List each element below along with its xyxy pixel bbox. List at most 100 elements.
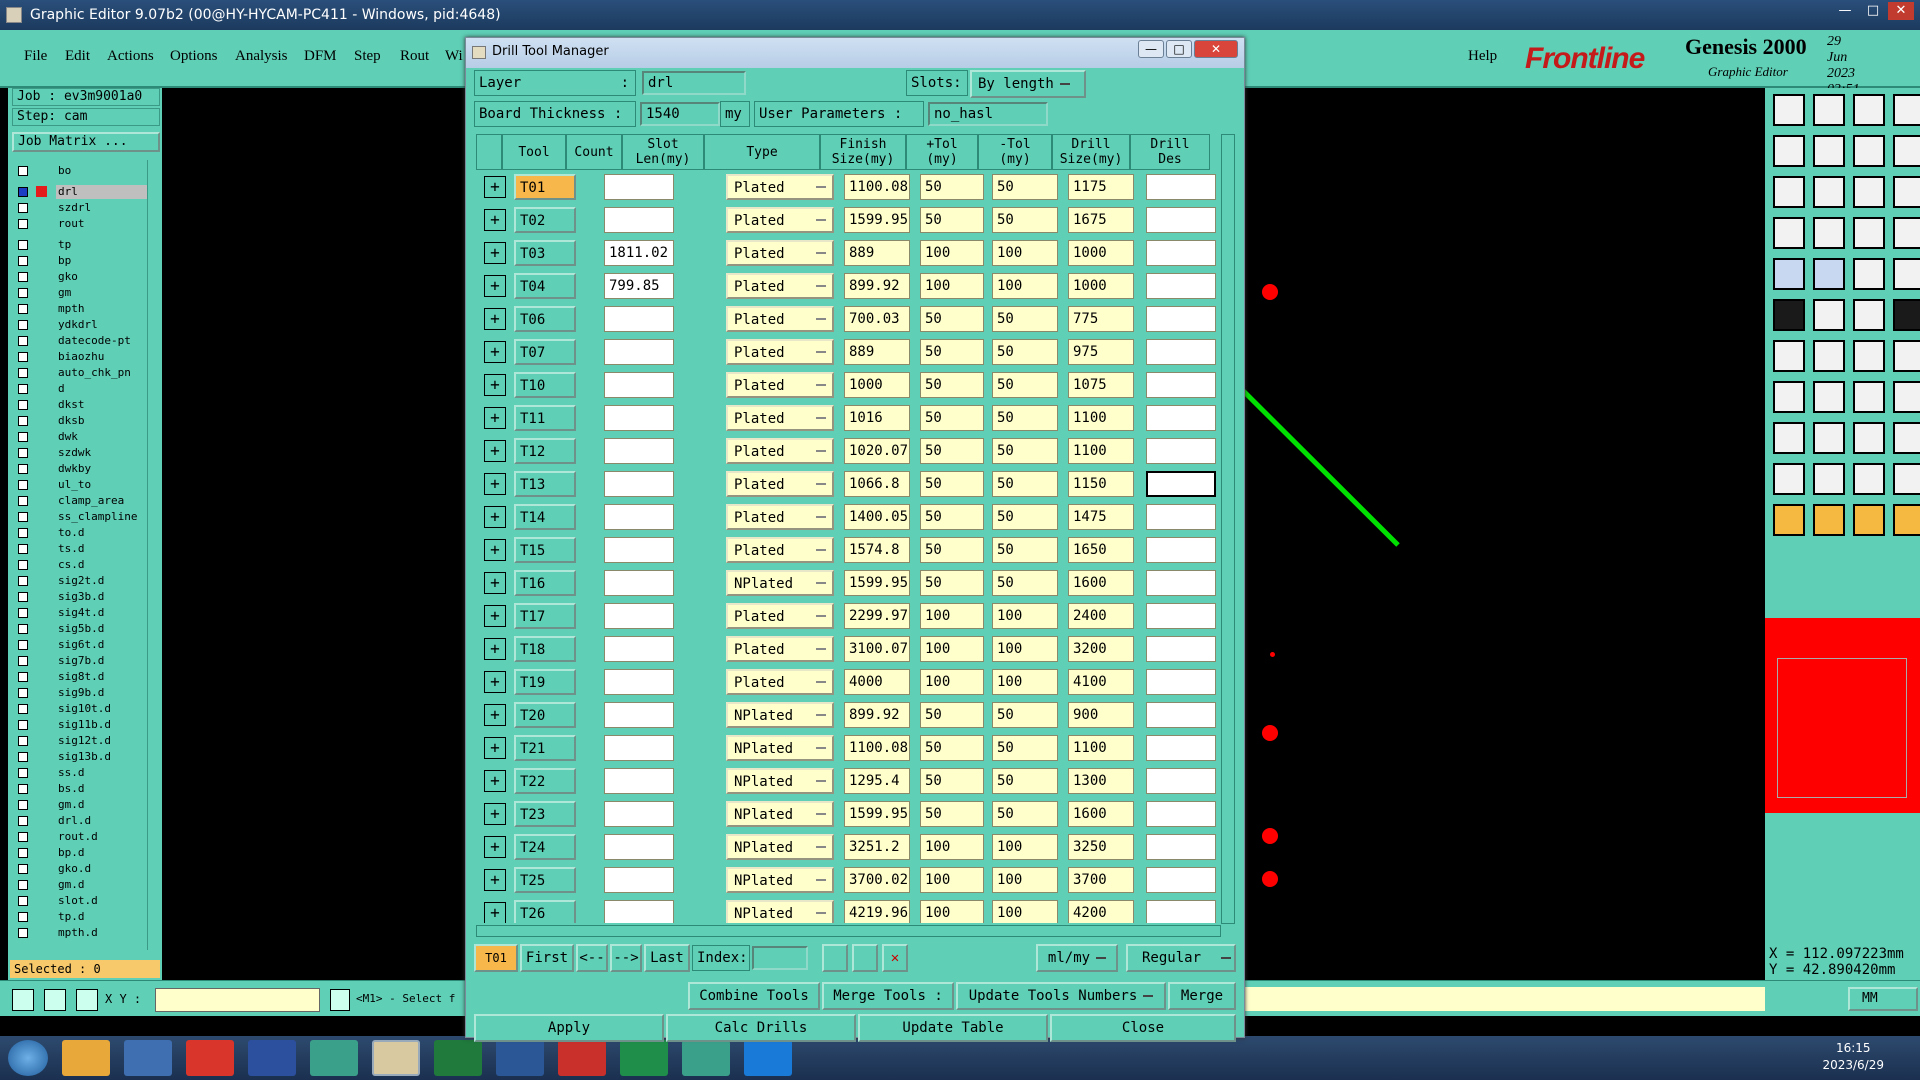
dialog-minimize-button[interactable]: — [1138, 40, 1164, 58]
excel-icon[interactable] [434, 1040, 482, 1076]
finish-size-input[interactable]: 3700.02 [844, 867, 910, 893]
toolbox-tool-icon[interactable] [1773, 340, 1805, 372]
minus-tol-input[interactable]: 50 [992, 306, 1058, 332]
layer-item[interactable]: drl.d [16, 814, 147, 828]
layer-item[interactable]: tp.d [16, 910, 147, 924]
toolbox-tool-icon[interactable] [1893, 381, 1920, 413]
expand-row-icon[interactable]: + [484, 902, 506, 923]
layer-checkbox[interactable] [18, 896, 28, 906]
measure-icon[interactable] [44, 989, 66, 1011]
toolbox-tool-icon[interactable] [1893, 135, 1920, 167]
layer-item[interactable]: sig9b.d [16, 686, 147, 700]
type-dropdown[interactable]: Plated [726, 504, 834, 530]
layer-item[interactable]: ul_to [16, 478, 147, 492]
layer-checkbox[interactable] [18, 688, 28, 698]
drill-size-input[interactable]: 4200 [1068, 900, 1134, 923]
tool-name[interactable]: T16 [514, 570, 576, 596]
expand-row-icon[interactable]: + [484, 506, 506, 528]
refresh-icon[interactable] [852, 944, 878, 972]
finish-size-input[interactable]: 1016 [844, 405, 910, 431]
tool-name[interactable]: T18 [514, 636, 576, 662]
layer-checkbox[interactable] [18, 880, 28, 890]
menu-rout[interactable]: Rout [400, 48, 429, 65]
layer-item[interactable]: gko.d [16, 862, 147, 876]
slot-length-input[interactable] [604, 669, 674, 695]
minus-tol-input[interactable]: 50 [992, 339, 1058, 365]
layer-checkbox[interactable] [18, 166, 28, 176]
arrow-app-icon[interactable] [744, 1040, 792, 1076]
menu-file[interactable]: File [24, 48, 47, 65]
slot-length-input[interactable] [604, 636, 674, 662]
finish-size-input[interactable]: 1100.08 [844, 174, 910, 200]
toolbox-tool-icon[interactable] [1853, 258, 1885, 290]
minus-tol-input[interactable]: 50 [992, 702, 1058, 728]
dialog-close-button[interactable]: ✕ [1194, 40, 1238, 58]
menu-actions[interactable]: Actions [107, 48, 154, 65]
layer-checkbox[interactable] [18, 784, 28, 794]
minus-tol-input[interactable]: 50 [992, 174, 1058, 200]
drill-des-input[interactable] [1146, 603, 1216, 629]
layer-item[interactable]: rout [16, 217, 147, 231]
snap-icon[interactable] [12, 989, 34, 1011]
minus-tol-input[interactable]: 50 [992, 405, 1058, 431]
type-dropdown[interactable]: Plated [726, 240, 834, 266]
expand-row-icon[interactable]: + [484, 605, 506, 627]
plus-tol-input[interactable]: 50 [920, 735, 984, 761]
layer-checkbox[interactable] [18, 256, 28, 266]
start-button[interactable] [8, 1040, 48, 1076]
shell-app-icon[interactable] [62, 1040, 110, 1076]
layer-item[interactable]: dwk [16, 430, 147, 444]
toolbox-tool-icon[interactable] [1773, 422, 1805, 454]
plus-tol-input[interactable]: 50 [920, 372, 984, 398]
drill-des-input[interactable] [1146, 768, 1216, 794]
minus-tol-input[interactable]: 50 [992, 438, 1058, 464]
drill-size-input[interactable]: 1600 [1068, 570, 1134, 596]
drill-size-input[interactable]: 2400 [1068, 603, 1134, 629]
toolbox-tool-icon[interactable] [1773, 463, 1805, 495]
tool-name[interactable]: T17 [514, 603, 576, 629]
dialog-maximize-button[interactable]: □ [1166, 40, 1192, 58]
layer-checkbox[interactable] [18, 832, 28, 842]
expand-row-icon[interactable]: + [484, 308, 506, 330]
plus-tol-input[interactable]: 50 [920, 207, 984, 233]
slot-length-input[interactable] [604, 537, 674, 563]
drill-size-input[interactable]: 1675 [1068, 207, 1134, 233]
drill-des-input[interactable] [1146, 537, 1216, 563]
minus-tol-input[interactable]: 100 [992, 834, 1058, 860]
tool-name[interactable]: T23 [514, 801, 576, 827]
type-dropdown[interactable]: NPlated [726, 801, 834, 827]
layer-checkbox[interactable] [18, 464, 28, 474]
type-dropdown[interactable]: Plated [726, 339, 834, 365]
close-window-button[interactable]: ✕ [1888, 2, 1914, 20]
layer-item[interactable]: clamp_area [16, 494, 147, 508]
drill-size-input[interactable]: 1100 [1068, 405, 1134, 431]
toolbox-tool-icon[interactable] [1813, 217, 1845, 249]
minus-tol-input[interactable]: 100 [992, 900, 1058, 923]
plus-tol-input[interactable]: 50 [920, 504, 984, 530]
toolbox-tool-icon[interactable] [1893, 217, 1920, 249]
units-selector[interactable]: MM [1848, 987, 1918, 1011]
layer-checkbox[interactable] [18, 736, 28, 746]
expand-row-icon[interactable]: + [484, 704, 506, 726]
menu-dfm[interactable]: DFM [304, 48, 337, 65]
tool-name[interactable]: T12 [514, 438, 576, 464]
info-icon[interactable] [330, 989, 350, 1011]
minus-tol-input[interactable]: 50 [992, 471, 1058, 497]
drill-des-input[interactable] [1146, 735, 1216, 761]
apply-button[interactable]: Apply [474, 1014, 664, 1042]
update-tools-numbers-dropdown[interactable]: Update Tools Numbers [956, 982, 1166, 1010]
slot-length-input[interactable]: 1811.02 [604, 240, 674, 266]
finish-size-input[interactable]: 3251.2 [844, 834, 910, 860]
drill-des-input[interactable] [1146, 339, 1216, 365]
drill-des-input[interactable] [1146, 372, 1216, 398]
minus-tol-input[interactable]: 50 [992, 570, 1058, 596]
minus-tol-input[interactable]: 100 [992, 273, 1058, 299]
plus-tol-input[interactable]: 50 [920, 306, 984, 332]
toolbox-tool-icon[interactable] [1853, 504, 1885, 536]
layer-checkbox[interactable] [18, 384, 28, 394]
slot-length-input[interactable]: 799.85 [604, 273, 674, 299]
drill-size-input[interactable]: 1100 [1068, 735, 1134, 761]
layer-item[interactable]: bo [16, 164, 147, 178]
layer-checkbox[interactable] [18, 272, 28, 282]
toolbox-tool-icon[interactable] [1853, 381, 1885, 413]
